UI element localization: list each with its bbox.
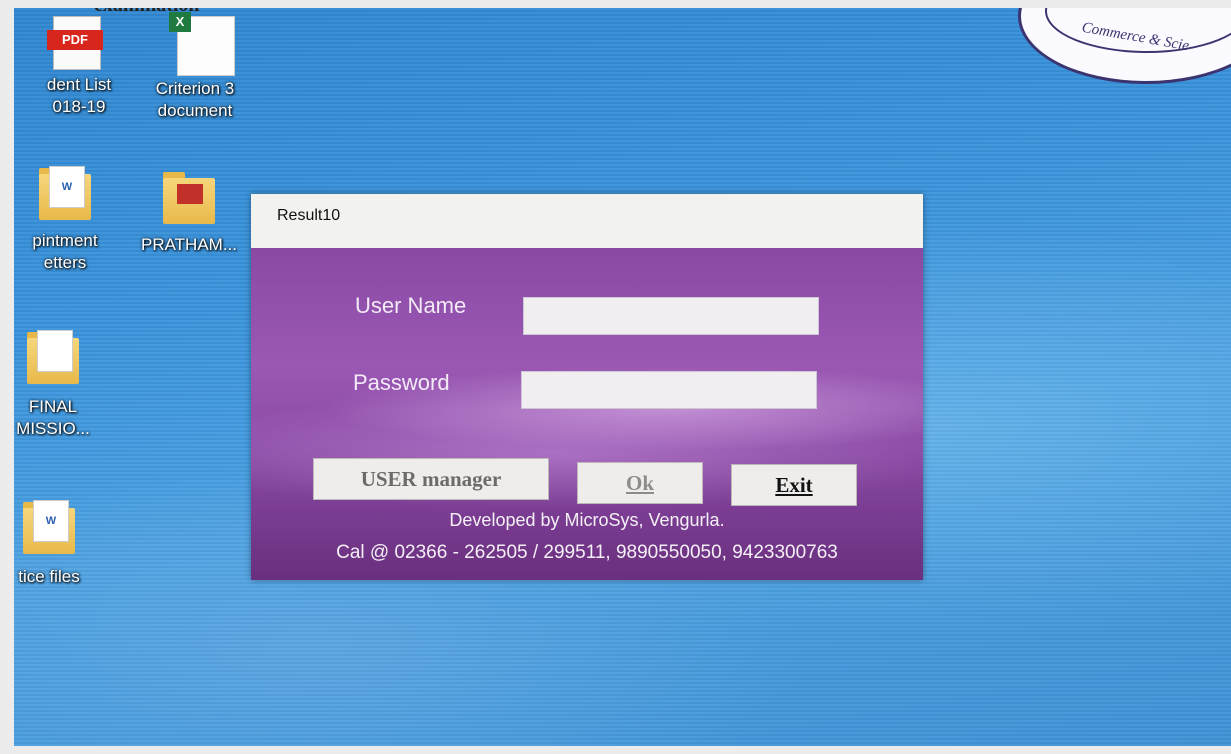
- icon-label-line1: tice files: [18, 567, 80, 586]
- folder-icon: [163, 170, 215, 234]
- desktop-icon-student-list[interactable]: PDF dent List 018-19: [24, 16, 134, 118]
- icon-label-line1: pintment: [32, 231, 98, 250]
- icon-label-line2: MISSIO...: [16, 419, 90, 438]
- desktop-icon-criterion-3[interactable]: X Criterion 3 document: [140, 12, 250, 122]
- login-dialog: Result10 User Name Password USER manager…: [251, 194, 923, 580]
- word-doc-icon: W: [33, 500, 69, 542]
- icon-label-line1: FINAL: [28, 397, 78, 416]
- icon-label-line2: document: [157, 101, 233, 120]
- icon-label-line2: 018-19: [52, 97, 106, 116]
- folder-icon: W: [39, 166, 91, 230]
- pdf-icon: PDF: [47, 16, 105, 74]
- password-input[interactable]: [521, 371, 817, 409]
- desktop-icon-final-missio[interactable]: FINAL MISSIO...: [14, 330, 108, 440]
- icon-label-line1: PRATHAM...: [140, 235, 238, 254]
- user-manager-button[interactable]: USER manager: [313, 458, 549, 500]
- icon-label-line2: etters: [43, 253, 87, 272]
- dialog-titlebar[interactable]: Result10: [251, 194, 923, 249]
- folder-icon: W: [23, 500, 75, 566]
- paper-icon: [37, 330, 73, 372]
- password-label: Password: [353, 370, 450, 395]
- folder-icon: [27, 330, 79, 396]
- exit-button[interactable]: Exit: [731, 464, 857, 506]
- word-doc-icon: W: [49, 166, 85, 208]
- institution-stamp: Commerce & Scie: [1018, 8, 1231, 84]
- excel-icon: X: [169, 12, 235, 78]
- desktop-icon-pratham[interactable]: PRATHAM...: [134, 170, 244, 256]
- username-input[interactable]: [523, 297, 819, 335]
- contact-numbers: Cal @ 02366 - 262505 / 299511, 989055005…: [336, 542, 838, 563]
- dialog-title: Result10: [277, 207, 341, 224]
- excel-badge: X: [169, 12, 191, 32]
- red-doc-icon: [177, 184, 203, 204]
- desktop-icon-tice-files[interactable]: W tice files: [14, 500, 104, 588]
- ok-button[interactable]: Ok: [577, 462, 703, 504]
- username-label: User Name: [355, 293, 467, 318]
- icon-label-line1: Criterion 3: [155, 79, 235, 98]
- developer-credit: Developed by MicroSys, Vengurla.: [449, 510, 725, 530]
- pdf-tag: PDF: [47, 30, 103, 50]
- dialog-body: User Name Password USER manager Ok Exit …: [251, 248, 923, 580]
- icon-label-line1: dent List: [46, 75, 112, 94]
- desktop-icon-appointment-letters[interactable]: W pintment etters: [14, 166, 120, 274]
